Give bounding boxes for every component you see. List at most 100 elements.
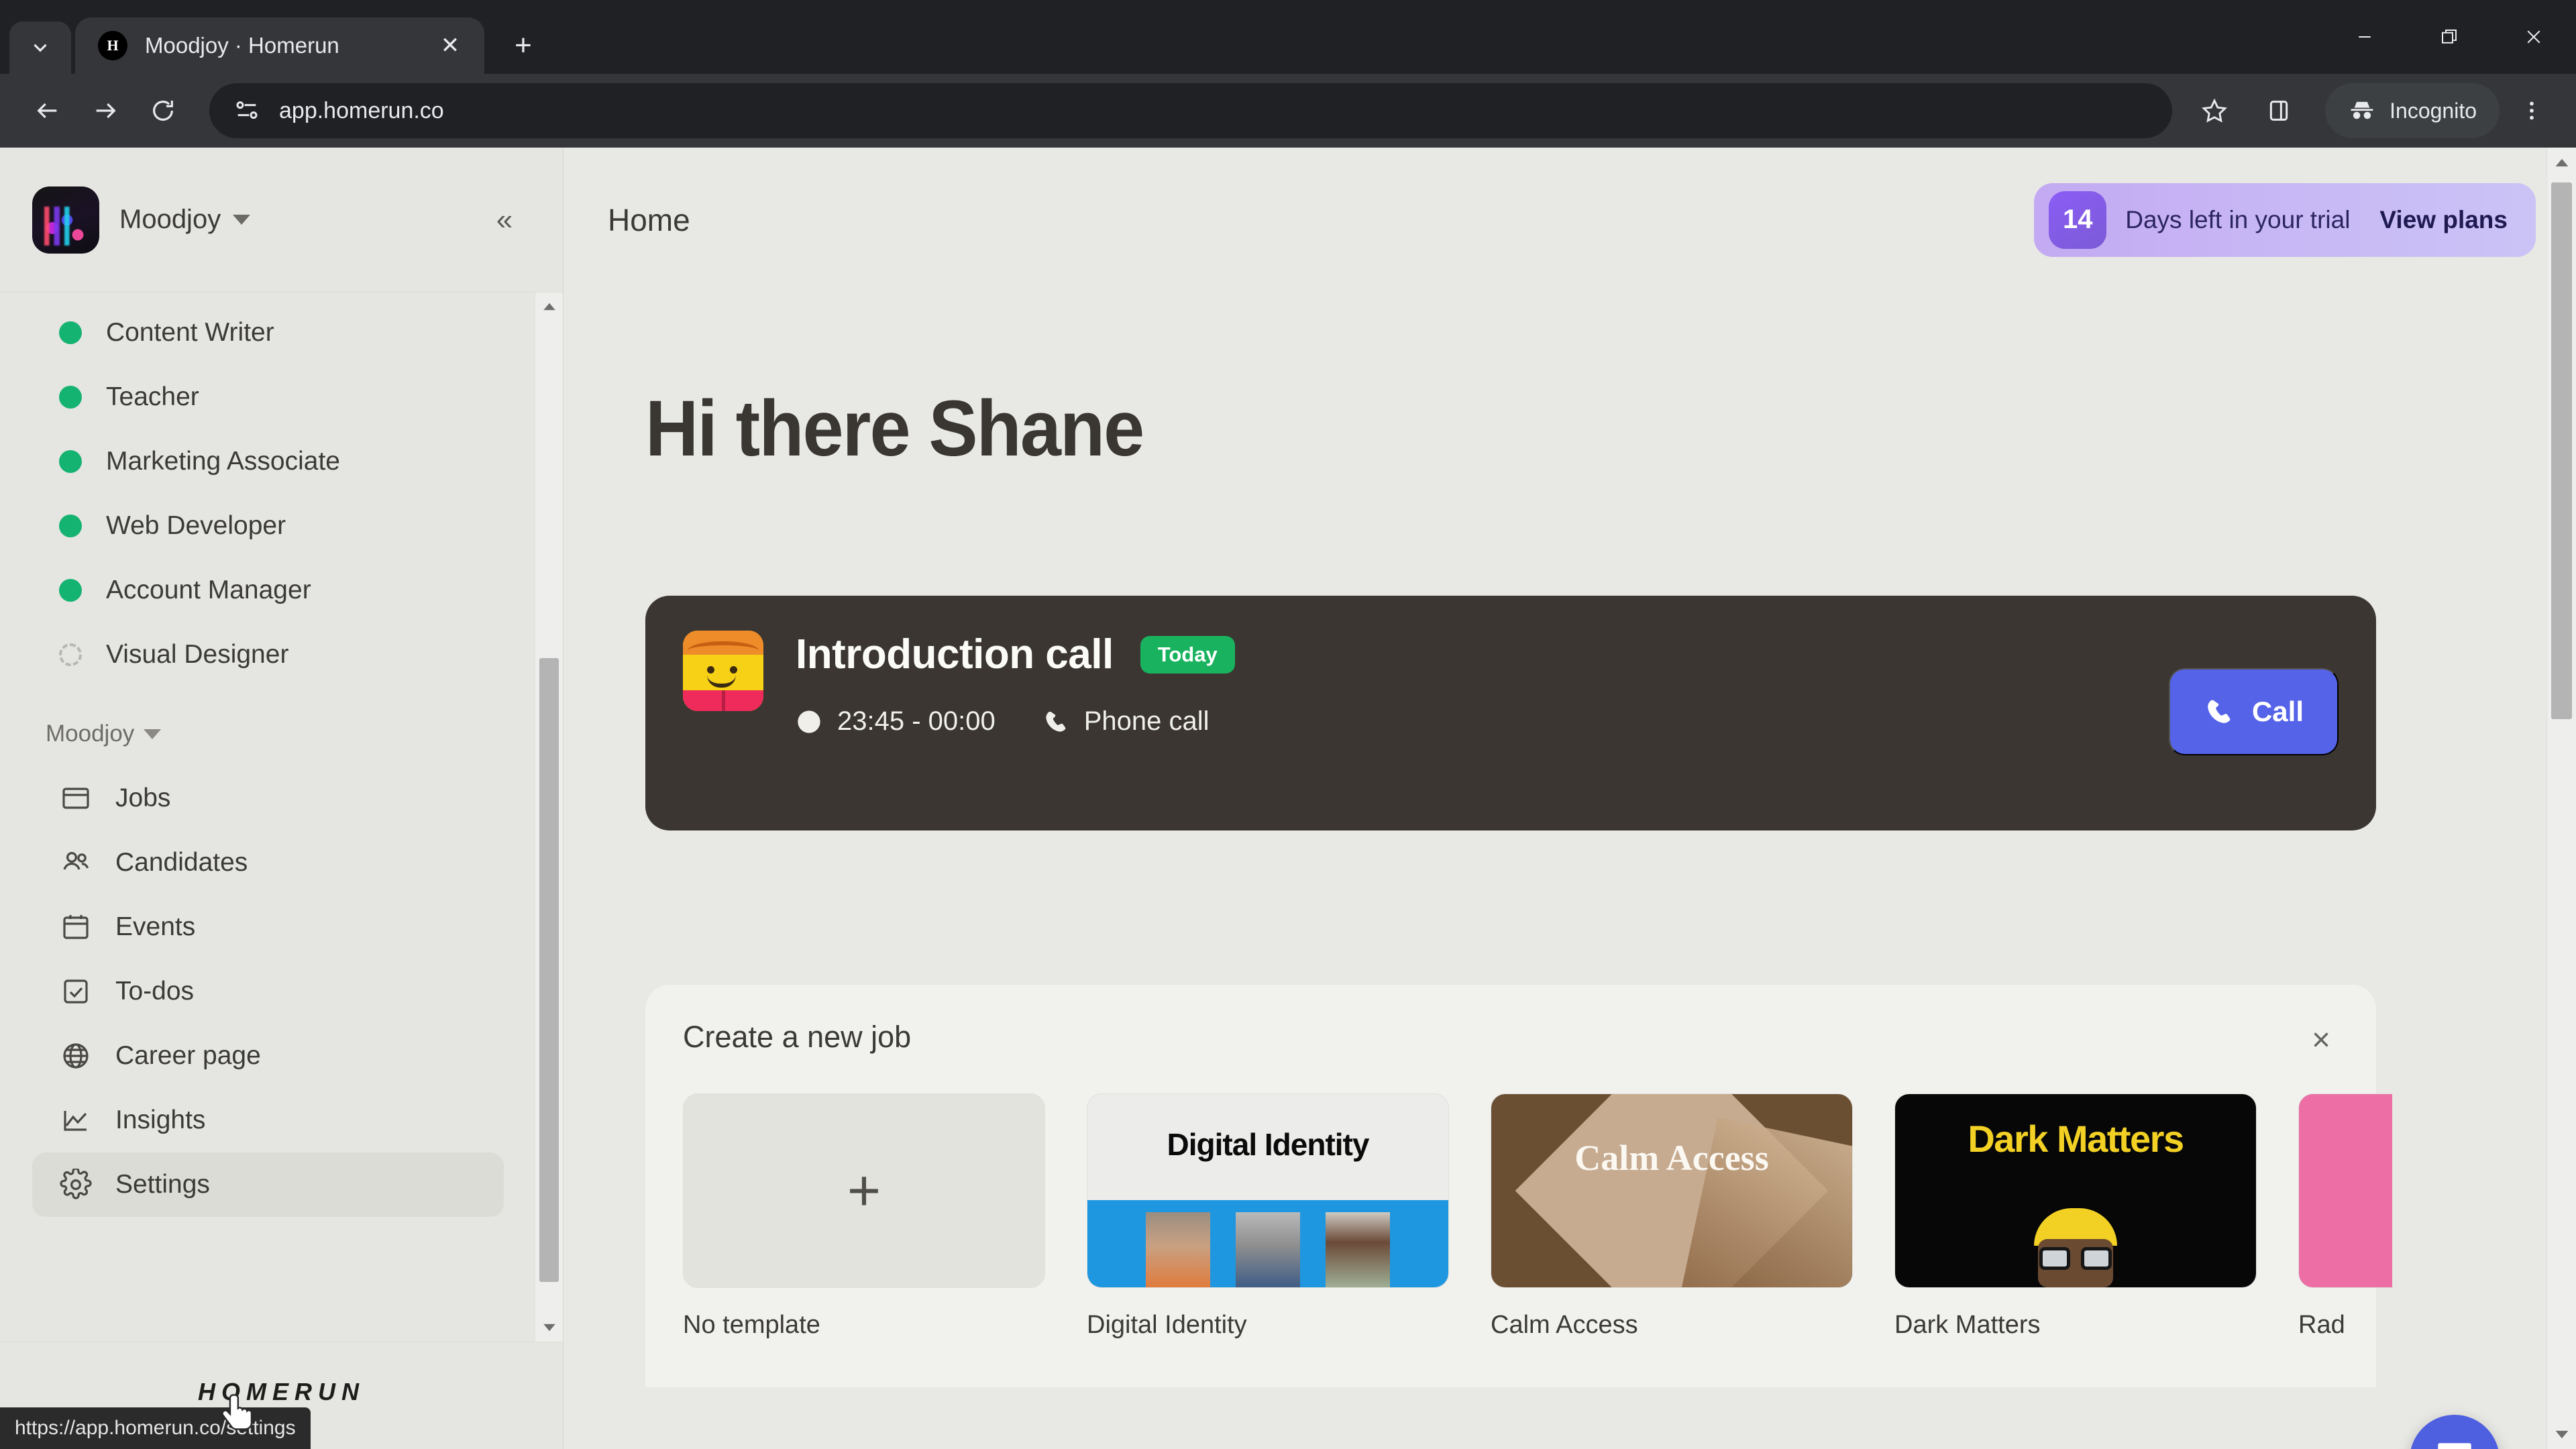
- scrollbar-thumb[interactable]: [2551, 182, 2572, 719]
- view-plans-link[interactable]: View plans: [2379, 206, 2508, 234]
- sidebar-item-label: To-dos: [115, 977, 195, 1006]
- sidebar-item-label: Events: [115, 912, 196, 941]
- template-thumbnail: Digital Identity: [1087, 1093, 1449, 1288]
- arrow-right-icon: [96, 103, 116, 119]
- sidebar-item-todos[interactable]: To-dos: [32, 959, 504, 1024]
- homerun-favicon: H: [98, 31, 127, 60]
- chevron-down-icon: [144, 729, 162, 739]
- template-name: Digital Identity: [1087, 1311, 1247, 1339]
- candidate-avatar: [683, 631, 763, 711]
- template-name: Dark Matters: [1894, 1311, 2041, 1339]
- incognito-indicator[interactable]: Incognito: [2325, 83, 2500, 138]
- status-bar-link-preview: https://app.homerun.co/settings: [0, 1407, 311, 1449]
- browser-tab[interactable]: H Moodjoy · Homerun ✕: [75, 17, 484, 74]
- tab-search-button[interactable]: [9, 21, 71, 74]
- minimize-button[interactable]: [2322, 0, 2407, 74]
- call-button[interactable]: Call: [2168, 668, 2339, 755]
- bookmark-button[interactable]: [2186, 82, 2243, 140]
- sidebar-item-career-page[interactable]: Career page: [32, 1024, 504, 1088]
- homerun-wordmark: HOMERUN: [198, 1377, 365, 1405]
- side-panel-button[interactable]: [2250, 82, 2308, 140]
- job-list-item[interactable]: Marketing Associate: [0, 429, 563, 494]
- scroll-down-arrow[interactable]: [535, 1313, 563, 1342]
- sidebar-item-label: Settings: [115, 1170, 210, 1199]
- sidebar-item-candidates[interactable]: Candidates: [32, 830, 504, 895]
- job-label: Teacher: [106, 382, 199, 411]
- forward-button[interactable]: [76, 82, 134, 140]
- status-dot-published: [59, 386, 82, 409]
- tab-title: Moodjoy · Homerun: [145, 33, 339, 58]
- sidebar-scrollbar[interactable]: [535, 292, 563, 1342]
- address-bar[interactable]: app.homerun.co: [209, 83, 2173, 138]
- sidebar-item-settings[interactable]: Settings: [32, 1152, 504, 1217]
- close-tab-button[interactable]: ✕: [433, 29, 467, 62]
- toolbar-right: Incognito: [2186, 82, 2557, 140]
- template-card-radical[interactable]: Rad: [2298, 1093, 2392, 1340]
- job-list-item[interactable]: Visual Designer: [0, 623, 563, 687]
- clock-icon: [798, 710, 820, 733]
- workspace-avatar: [32, 186, 99, 254]
- sidebar-item-insights[interactable]: Insights: [32, 1088, 504, 1152]
- workspace-name: Moodjoy: [119, 205, 221, 234]
- intercom-chat-button[interactable]: [2410, 1415, 2500, 1449]
- job-label: Content Writer: [106, 318, 274, 347]
- sidebar-item-label: Career page: [115, 1041, 261, 1070]
- main-header: Home 14 Days left in your trial View pla…: [564, 148, 2576, 292]
- scrollbar-thumb[interactable]: [539, 658, 559, 1282]
- site-settings-icon[interactable]: [232, 96, 262, 125]
- arrow-left-icon: [37, 103, 57, 119]
- template-card-calm-access[interactable]: Calm Access Calm Access: [1491, 1093, 1853, 1340]
- main-scrollbar[interactable]: [2546, 148, 2576, 1449]
- star-icon: [2202, 98, 2228, 123]
- scroll-down-arrow[interactable]: [2547, 1419, 2576, 1449]
- close-panel-button[interactable]: ×: [2301, 1020, 2341, 1060]
- job-label: Web Developer: [106, 511, 286, 540]
- template-card-dark-matters[interactable]: Dark Matters Dark Matters: [1894, 1093, 2257, 1340]
- back-button[interactable]: [19, 82, 76, 140]
- scroll-up-arrow[interactable]: [535, 292, 563, 321]
- chart-line-icon: [59, 1104, 93, 1137]
- close-window-button[interactable]: [2491, 0, 2576, 74]
- job-list-item[interactable]: Teacher: [0, 365, 563, 429]
- call-button-label: Call: [2251, 696, 2304, 727]
- caret-down-icon: [543, 1324, 555, 1332]
- job-list-item[interactable]: Content Writer: [0, 301, 563, 365]
- template-name: Calm Access: [1491, 1311, 1638, 1339]
- template-card-no-template[interactable]: + No template: [683, 1093, 1045, 1340]
- job-list-item[interactable]: Web Developer: [0, 494, 563, 558]
- page-title: Home: [608, 202, 690, 237]
- event-day-badge: Today: [1140, 635, 1235, 674]
- trial-banner[interactable]: 14 Days left in your trial View plans: [2034, 182, 2536, 257]
- window-controls: [2322, 0, 2576, 74]
- sidebar: Moodjoy « Content Writer Teacher Marketi…: [0, 148, 564, 1449]
- new-tab-button[interactable]: +: [499, 21, 547, 70]
- caret-up-icon: [2555, 158, 2568, 166]
- browser-menu-button[interactable]: [2506, 82, 2557, 140]
- workspace-switcher[interactable]: Moodjoy «: [0, 148, 563, 292]
- close-icon: [2527, 30, 2540, 44]
- job-label: Marketing Associate: [106, 447, 341, 476]
- job-list-item[interactable]: Account Manager: [0, 558, 563, 623]
- collapse-sidebar-button[interactable]: «: [482, 198, 527, 242]
- template-name: Rad: [2298, 1311, 2345, 1339]
- scroll-up-arrow[interactable]: [2547, 148, 2576, 177]
- template-thumbnail: Calm Access: [1491, 1093, 1853, 1288]
- favicon-letter: H: [107, 37, 119, 54]
- maximize-button[interactable]: [2407, 0, 2491, 74]
- sidebar-item-jobs[interactable]: Jobs: [32, 766, 504, 830]
- job-label: Account Manager: [106, 576, 311, 604]
- template-name: No template: [683, 1311, 820, 1339]
- sidebar-section-label: Moodjoy: [46, 720, 135, 747]
- status-dot-published: [59, 515, 82, 537]
- job-list: Content Writer Teacher Marketing Associa…: [0, 301, 563, 702]
- status-dot-published: [59, 450, 82, 473]
- caret-down-icon: [2555, 1430, 2568, 1438]
- template-thumb-title: Digital Identity: [1167, 1127, 1370, 1162]
- status-dot-published: [59, 579, 82, 602]
- globe-icon: [59, 1039, 93, 1073]
- template-card-digital-identity[interactable]: Digital Identity Digital Identity: [1087, 1093, 1449, 1340]
- reload-button[interactable]: [134, 82, 192, 140]
- upcoming-event-card[interactable]: Introduction call Today 23:45 - 00:00 Ph…: [645, 596, 2376, 830]
- sidebar-item-events[interactable]: Events: [32, 895, 504, 959]
- sidebar-section-header[interactable]: Moodjoy: [0, 702, 563, 766]
